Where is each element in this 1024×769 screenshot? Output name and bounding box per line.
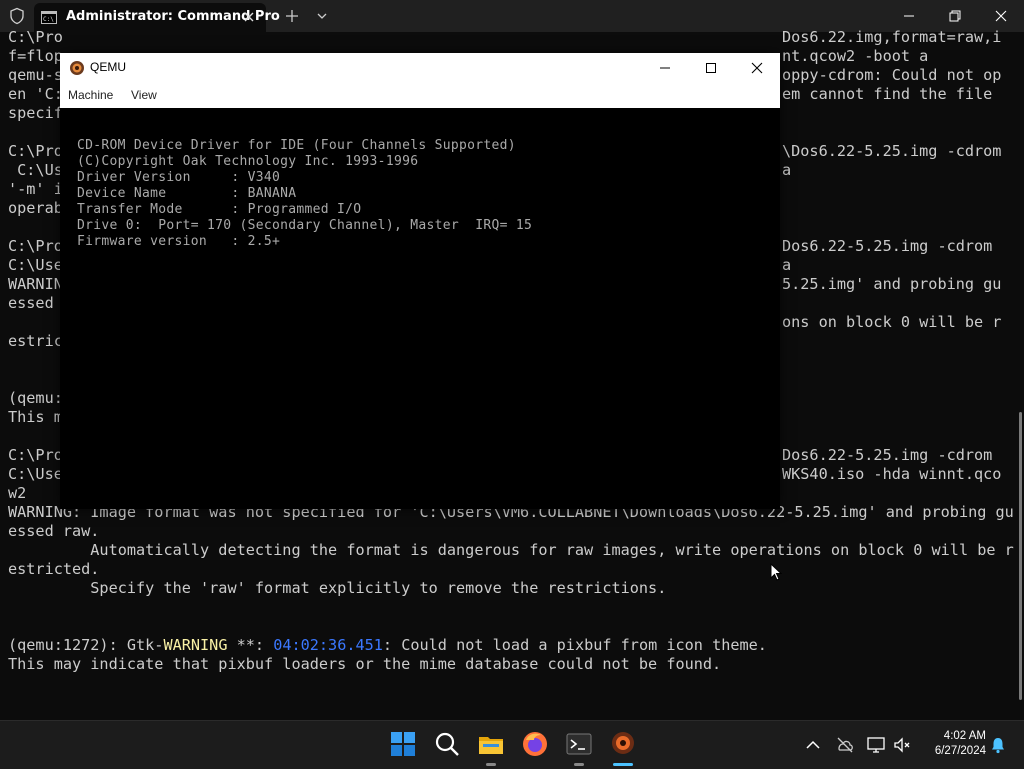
mouse-cursor-icon: [770, 563, 782, 581]
tab-command-prompt[interactable]: C:\ Administrator: Command Pro: [34, 3, 280, 32]
terminal-line: '-m' i: [8, 180, 63, 198]
taskbar-clock[interactable]: 4:02 AM 6/27/2024: [920, 729, 986, 759]
terminal-line: essed raw.: [8, 522, 100, 540]
terminal-line: estric: [8, 332, 63, 350]
plus-icon: [286, 10, 298, 22]
chevron-down-icon: [317, 13, 327, 19]
gtk-timestamp: 04:02:36.451: [273, 636, 383, 654]
qemu-title: QEMU: [90, 60, 126, 74]
terminal-line: (qemu:: [8, 389, 63, 407]
qemu-active-indicator: [613, 763, 633, 766]
terminal-line: C:\Use: [8, 256, 63, 274]
gtk-warning-line: (qemu:1272): Gtk-WARNING **: 04:02:36.45…: [8, 636, 767, 655]
terminal-line: Automatically detecting the format is da…: [8, 541, 1014, 559]
menu-machine[interactable]: Machine: [68, 88, 113, 102]
terminal-line: en 'C:: [8, 85, 63, 103]
terminal-line: C:\Use: [8, 465, 63, 483]
qemu-titlebar[interactable]: QEMU: [60, 53, 780, 83]
gtk-mid: **:: [227, 636, 274, 654]
explorer-running-indicator: [486, 763, 496, 766]
search-icon[interactable]: [434, 731, 460, 757]
dos-line: Driver Version : V340: [77, 170, 281, 185]
scrollbar-thumb[interactable]: [1019, 412, 1022, 700]
terminal-line: This may indicate that pixbuf loaders or…: [8, 655, 722, 673]
start-icon[interactable]: [390, 731, 416, 757]
terminal-line: specif: [8, 104, 63, 122]
minimize-icon: [904, 15, 914, 17]
file-explorer-icon[interactable]: [478, 731, 504, 757]
terminal-line: estricted.: [8, 560, 100, 578]
terminal-line-right: WKS40.iso -hda winnt.qco: [782, 465, 1002, 483]
taskbar: 4:02 AM 6/27/2024: [0, 720, 1024, 769]
terminal-line-right: 5.25.img' and probing gu: [782, 275, 1002, 293]
clock-time: 4:02 AM: [943, 730, 986, 742]
terminal-line-right: nt.qcow2 -boot a: [782, 47, 929, 65]
dos-line: Device Name : BANANA: [77, 186, 297, 201]
dos-line: CD-ROM Device Driver for IDE (Four Chann…: [77, 138, 516, 153]
terminal-line: qemu-s: [8, 66, 63, 84]
terminal-line-right: Dos6.22-5.25.img -cdrom: [782, 446, 993, 464]
qemu-icon[interactable]: [610, 731, 636, 757]
close-icon: [751, 62, 763, 74]
terminal-line: C:\Pro: [8, 28, 63, 46]
svg-text:C:\: C:\: [43, 16, 54, 23]
terminal-line: w2: [8, 484, 27, 502]
terminal-line-right: Dos6.22-5.25.img -cdrom: [782, 237, 993, 255]
gtk-suffix: : Could not load a pixbuf from icon them…: [382, 636, 767, 654]
qemu-minimize-button[interactable]: [642, 53, 688, 83]
menu-view[interactable]: View: [131, 88, 157, 102]
minimize-icon: [660, 67, 670, 69]
close-tab-icon[interactable]: [241, 9, 257, 25]
terminal-line: WARNIN: [8, 275, 63, 293]
notification-bell-icon[interactable]: [988, 735, 1008, 755]
terminal-line-right: a: [782, 161, 792, 179]
maximize-icon: [706, 63, 716, 73]
qemu-display[interactable]: CD-ROM Device Driver for IDE (Four Chann…: [60, 108, 780, 509]
qemu-window[interactable]: QEMU Machine View CD-ROM Device Driver f…: [60, 53, 780, 509]
restore-icon: [949, 10, 961, 22]
shield-icon: [10, 7, 24, 25]
terminal-line: essed: [8, 294, 63, 312]
terminal-line: C:\Pro: [8, 142, 63, 160]
gtk-warning-word: WARNING: [163, 636, 228, 654]
terminal-line: f=flop: [8, 47, 63, 65]
dos-line: Drive 0: Port= 170 (Secondary Channel), …: [77, 218, 533, 233]
terminal-line: C:\Pro: [8, 446, 63, 464]
terminal-line: C:\Us: [8, 161, 63, 179]
terminal-icon[interactable]: [566, 731, 592, 757]
close-icon: [995, 10, 1007, 22]
dos-line: Firmware version : 2.5+: [77, 234, 281, 249]
cmd-icon: C:\: [41, 11, 57, 24]
firefox-icon[interactable]: [522, 731, 548, 757]
network-icon[interactable]: [866, 735, 886, 755]
qemu-maximize-button[interactable]: [688, 53, 734, 83]
volume-muted-icon[interactable]: [892, 735, 912, 755]
terminal-line-right: a: [782, 256, 792, 274]
dos-line: Transfer Mode : Programmed I/O: [77, 202, 362, 217]
terminal-line-right: \Dos6.22-5.25.img -cdrom: [782, 142, 1002, 160]
new-tab-button[interactable]: [282, 6, 302, 26]
terminal-line: This m: [8, 408, 63, 426]
clock-date: 6/27/2024: [934, 745, 986, 757]
terminal-running-indicator: [574, 763, 584, 766]
terminal-line-right: Dos6.22.img,format=raw,i: [782, 28, 1002, 46]
qemu-menubar: Machine View: [60, 83, 780, 108]
terminal-line-right: ons on block 0 will be r: [782, 313, 1002, 331]
terminal-line-right: oppy-cdrom: Could not op: [782, 66, 1002, 84]
chevron-up-icon[interactable]: [803, 735, 823, 755]
cloud-offline-icon[interactable]: [835, 735, 855, 755]
qemu-close-button[interactable]: [734, 53, 780, 83]
tab-dropdown-button[interactable]: [312, 6, 332, 26]
qemu-icon: [70, 61, 84, 75]
gtk-prefix: (qemu:1272): Gtk-: [8, 636, 164, 654]
terminal-line: operab: [8, 199, 63, 217]
terminal-line-right: em cannot find the file: [782, 85, 993, 103]
dos-line: (C)Copyright Oak Technology Inc. 1993-19…: [77, 154, 419, 169]
terminal-line: Specify the 'raw' format explicitly to r…: [8, 579, 667, 597]
